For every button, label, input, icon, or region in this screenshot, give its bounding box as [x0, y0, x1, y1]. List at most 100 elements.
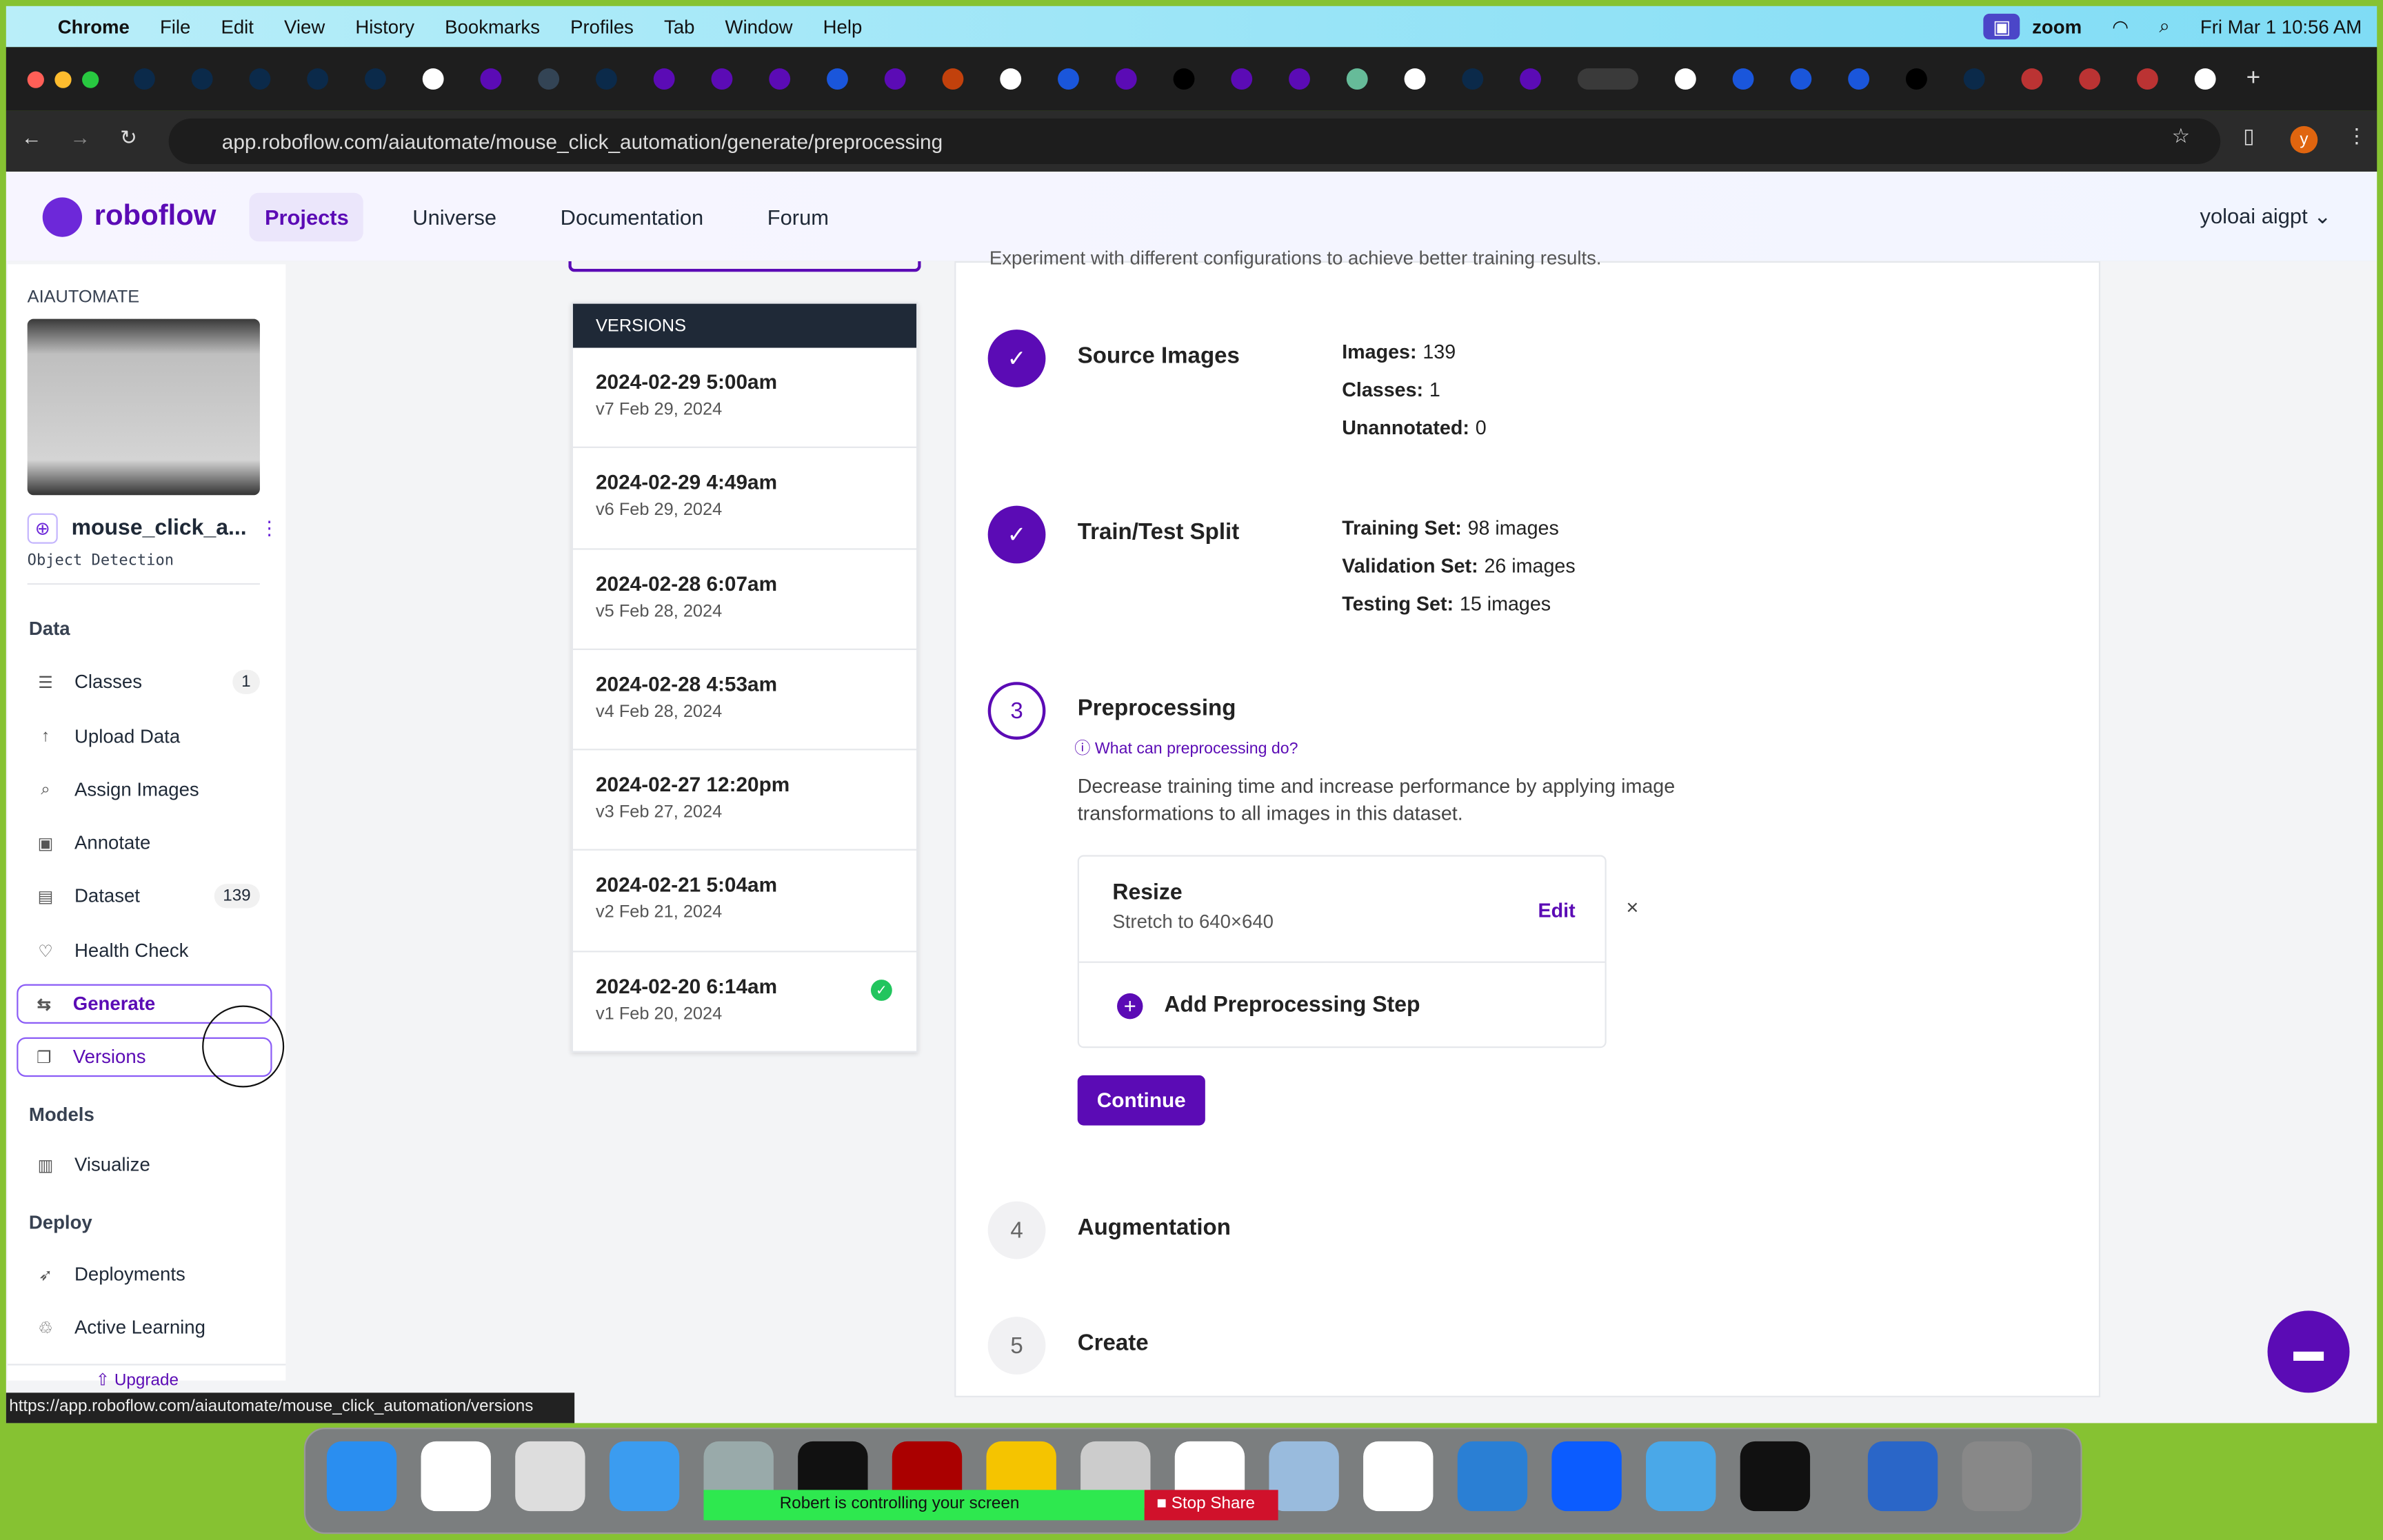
browser-tab[interactable]: [2136, 68, 2158, 90]
sidebar-item-deployments[interactable]: ➶ Deployments: [20, 1255, 272, 1294]
browser-tab[interactable]: [1963, 68, 1985, 90]
continue-button[interactable]: Continue: [1077, 1075, 1205, 1126]
clock[interactable]: Fri Mar 1 10:56 AM: [2200, 16, 2362, 37]
launchpad-dock-icon[interactable]: [515, 1441, 585, 1512]
project-menu-icon[interactable]: ⋮: [260, 516, 279, 539]
menu-history[interactable]: History: [355, 16, 414, 37]
browser-tab[interactable]: [711, 68, 733, 90]
version-item[interactable]: 2024-02-29 5:00am v7 Feb 29, 2024: [572, 348, 917, 449]
sidebar-item-dataset[interactable]: ▤ Dataset 139: [20, 876, 272, 915]
browser-tab[interactable]: [884, 68, 906, 90]
bookmark-star-icon[interactable]: ☆: [2172, 125, 2191, 149]
browser-tab[interactable]: [2021, 68, 2043, 90]
edit-resize-button[interactable]: Edit: [1538, 899, 1576, 922]
stop-share-button[interactable]: ■ Stop Share: [1144, 1490, 1278, 1521]
browser-tab[interactable]: [596, 68, 617, 90]
nav-universe[interactable]: Universe: [397, 192, 512, 241]
browser-tab[interactable]: [2194, 68, 2216, 90]
browser-tab[interactable]: [653, 68, 675, 90]
sidebar-item-upload-data[interactable]: ↑ Upload Data: [20, 717, 272, 756]
version-item[interactable]: 2024-02-20 6:14am v1 Feb 20, 2024 ✓: [572, 952, 917, 1053]
project-name[interactable]: mouse_click_a...: [72, 516, 247, 540]
spiral-dock-icon[interactable]: [1867, 1441, 1938, 1512]
version-item[interactable]: 2024-02-29 4:49am v6 Feb 29, 2024: [572, 449, 917, 549]
quicktime-dock-icon[interactable]: [1740, 1441, 1811, 1512]
menu-tab[interactable]: Tab: [664, 16, 694, 37]
browser-tab[interactable]: [1848, 68, 1870, 90]
sidebar-item-classes[interactable]: ☰ Classes 1: [20, 662, 272, 702]
zoom-status-icon[interactable]: zoom: [2032, 16, 2082, 37]
sidebar-item-visualize[interactable]: ▥ Visualize: [20, 1145, 272, 1184]
browser-tab[interactable]: [133, 68, 155, 90]
maximize-window-button[interactable]: [82, 70, 99, 88]
browser-tab[interactable]: [1404, 68, 1426, 90]
browser-tab[interactable]: [480, 68, 502, 90]
new-tab-button[interactable]: +: [2246, 65, 2261, 93]
wifi-icon[interactable]: ◠: [2112, 15, 2129, 38]
menu-window[interactable]: Window: [725, 16, 793, 37]
reload-icon[interactable]: ↻: [120, 126, 137, 150]
display-dock-icon[interactable]: [1646, 1441, 1716, 1512]
version-item[interactable]: 2024-02-21 5:04am v2 Feb 21, 2024: [572, 851, 917, 952]
finder-dock-icon[interactable]: [326, 1441, 397, 1512]
menu-file[interactable]: File: [160, 16, 190, 37]
sidepanel-icon[interactable]: ▯: [2243, 125, 2254, 149]
add-preprocessing-step-button[interactable]: Add Preprocessing Step: [1164, 993, 1420, 1017]
chat-support-button[interactable]: ▬: [2267, 1310, 2350, 1393]
browser-tab[interactable]: [1577, 68, 1639, 90]
sidebar-item-annotate[interactable]: ▣ Annotate: [20, 823, 272, 862]
browser-tab[interactable]: [1520, 68, 1541, 90]
user-menu[interactable]: yoloai aigpt ⌄: [2200, 203, 2332, 229]
menu-bookmarks[interactable]: Bookmarks: [445, 16, 540, 37]
nav-documentation[interactable]: Documentation: [545, 192, 719, 241]
browser-tab[interactable]: [249, 68, 271, 90]
browser-tab[interactable]: [1231, 68, 1253, 90]
menu-chrome[interactable]: Chrome: [58, 16, 130, 37]
screen-share-icon[interactable]: ▣: [1984, 13, 2020, 40]
nav-forum[interactable]: Forum: [752, 192, 844, 241]
trash-dock-icon[interactable]: [1962, 1441, 2032, 1512]
browser-tab[interactable]: [538, 68, 560, 90]
roboflow-logo[interactable]: roboflow: [94, 200, 217, 233]
browser-tab[interactable]: [942, 68, 964, 90]
browser-tab[interactable]: [191, 68, 213, 90]
browser-tab[interactable]: [307, 68, 329, 90]
plus-circle-icon[interactable]: +: [1117, 993, 1143, 1020]
browser-tab[interactable]: [769, 68, 791, 90]
zoom-dock-icon[interactable]: [1551, 1441, 1622, 1512]
sidebar-item-health-check[interactable]: ♡ Health Check: [20, 931, 272, 971]
browser-tab[interactable]: [1674, 68, 1696, 90]
menu-edit[interactable]: Edit: [221, 16, 253, 37]
chrome-dock-icon[interactable]: [1363, 1441, 1434, 1512]
browser-tab[interactable]: [1000, 68, 1022, 90]
close-window-button[interactable]: [27, 70, 44, 88]
preview-dock-icon[interactable]: [1269, 1441, 1339, 1512]
nav-projects[interactable]: Projects: [249, 192, 364, 241]
sidebar-item-assign-images[interactable]: ⌕ Assign Images: [20, 770, 272, 809]
browser-tab[interactable]: [1173, 68, 1195, 90]
browser-tab[interactable]: [422, 68, 444, 90]
browser-tab[interactable]: [1289, 68, 1310, 90]
sidebar-item-active-learning[interactable]: ♲ Active Learning: [20, 1308, 272, 1347]
profile-avatar[interactable]: y: [2290, 125, 2318, 154]
back-icon[interactable]: ←: [21, 126, 42, 149]
browser-tab[interactable]: [2079, 68, 2101, 90]
browser-tab[interactable]: [1790, 68, 1812, 90]
browser-tab[interactable]: [364, 68, 386, 90]
roboflow-logo-icon[interactable]: [42, 196, 83, 236]
browser-tab[interactable]: [1346, 68, 1368, 90]
workspace-name[interactable]: AIAUTOMATE: [28, 289, 139, 307]
menu-help[interactable]: Help: [823, 16, 863, 37]
project-thumbnail[interactable]: [27, 318, 260, 496]
weather-dock-icon[interactable]: [1457, 1441, 1528, 1512]
menu-profiles[interactable]: Profiles: [570, 16, 634, 37]
browser-tab[interactable]: [1115, 68, 1137, 90]
browser-tab[interactable]: [1732, 68, 1754, 90]
version-item[interactable]: 2024-02-28 4:53am v4 Feb 28, 2024: [572, 650, 917, 751]
remove-resize-button[interactable]: ×: [1626, 895, 1638, 919]
browser-tab[interactable]: [1462, 68, 1484, 90]
menu-view[interactable]: View: [284, 16, 325, 37]
search-icon[interactable]: ⌕: [2159, 15, 2169, 38]
vscode-dock-icon[interactable]: [421, 1441, 491, 1512]
browser-tab[interactable]: [1058, 68, 1079, 90]
